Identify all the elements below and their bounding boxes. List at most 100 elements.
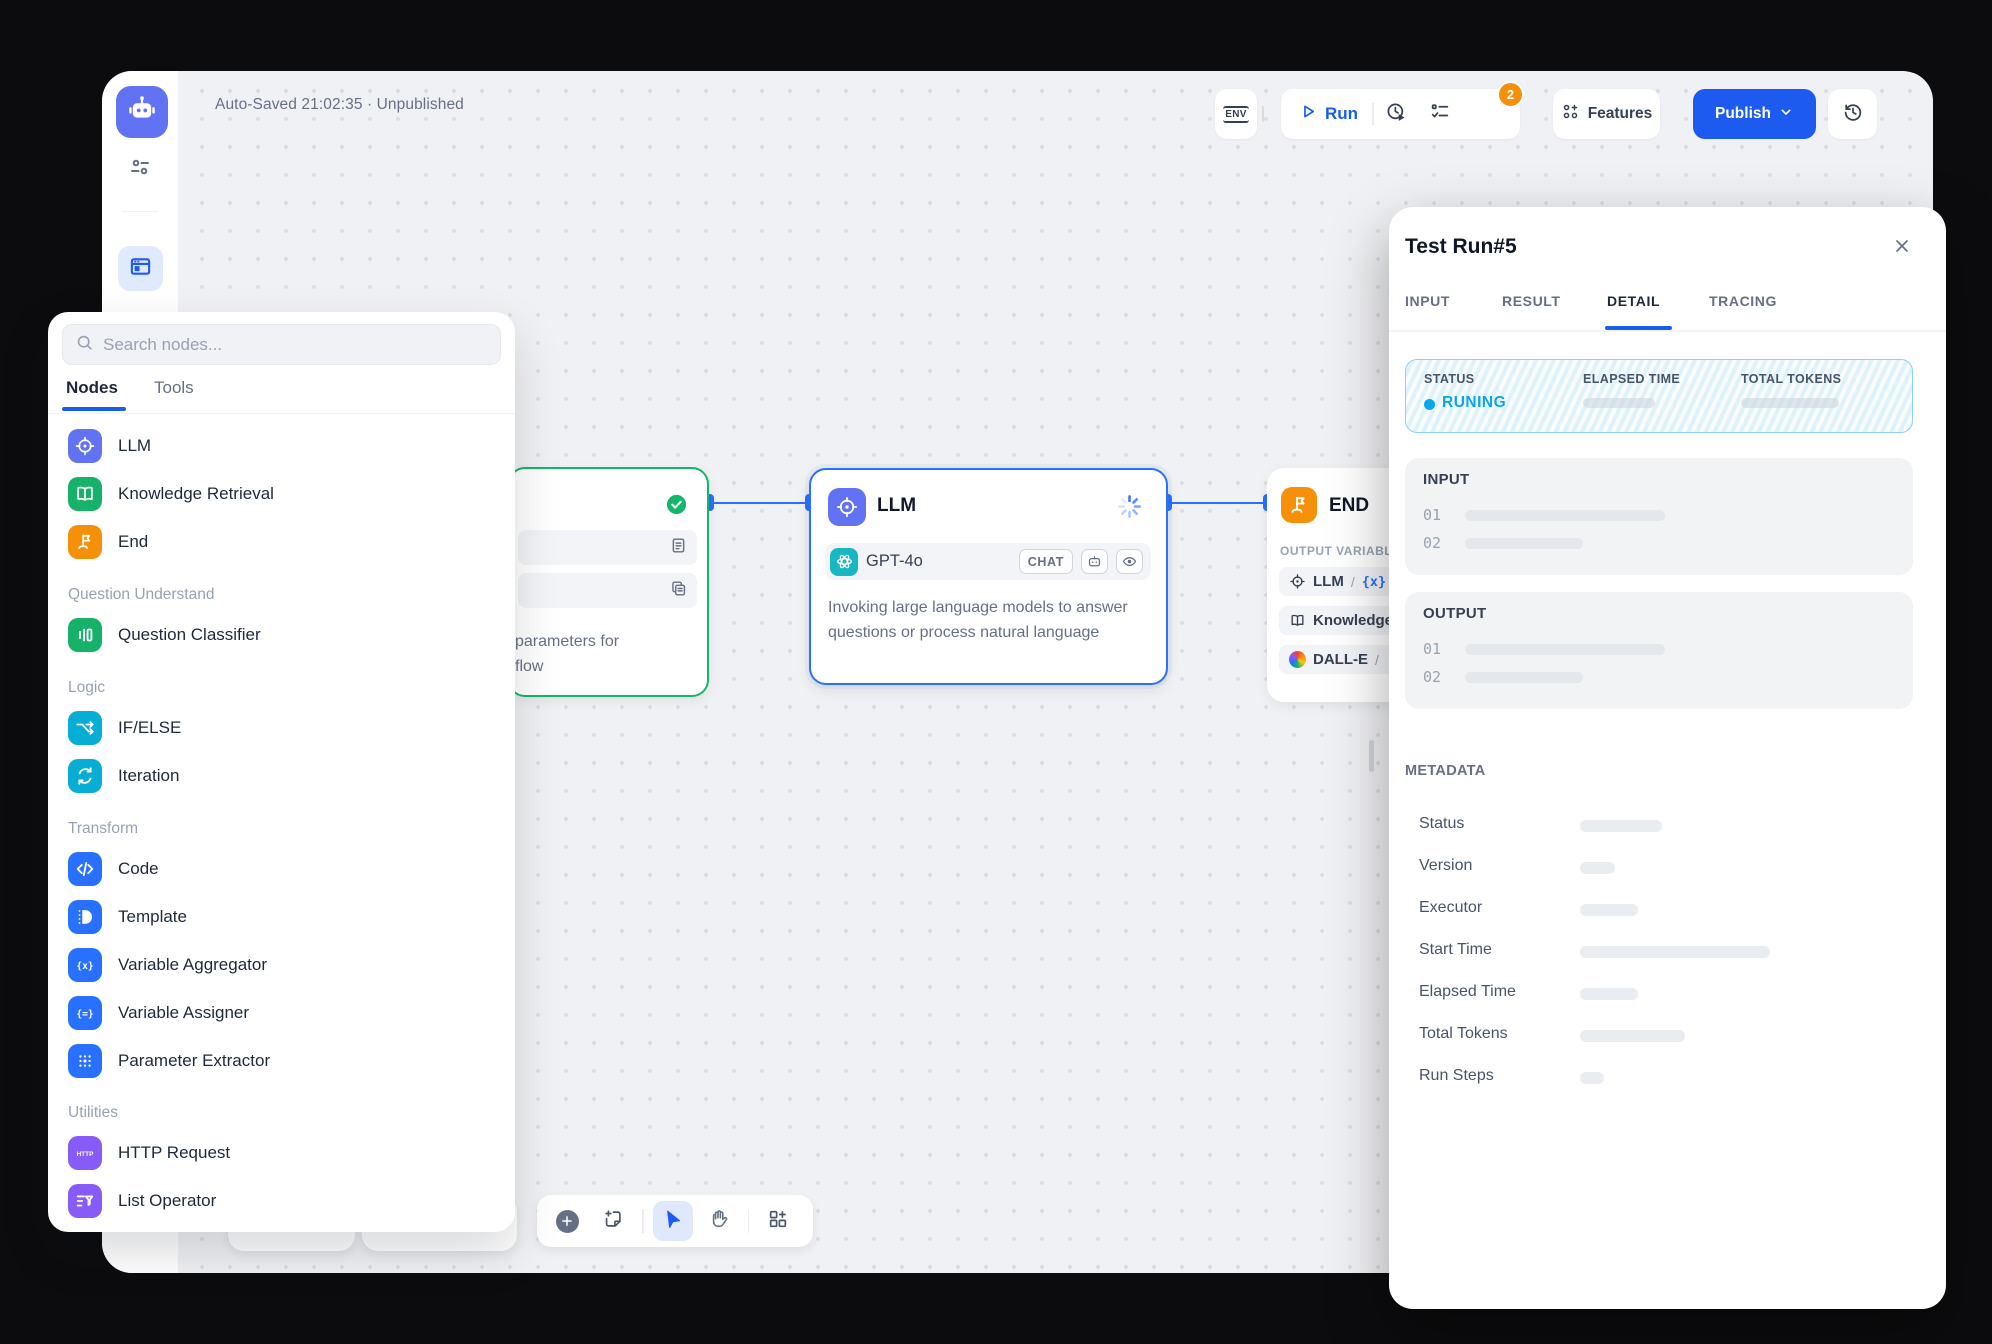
start-node-field-row[interactable] (518, 573, 697, 608)
toolbar-separator (1262, 106, 1264, 122)
node-item-question-classifier[interactable]: Question Classifier (56, 614, 507, 656)
run-button-group: Run (1281, 89, 1520, 139)
chat-mode-badge: CHAT (1019, 549, 1073, 574)
node-item-iteration[interactable]: Iteration (56, 755, 507, 797)
publish-button[interactable]: Publish (1693, 89, 1816, 139)
add-node-button[interactable] (547, 1201, 587, 1241)
organize-nodes-button[interactable] (758, 1201, 798, 1241)
features-button[interactable]: Features (1553, 89, 1660, 139)
tab-tracing[interactable]: TRACING (1709, 293, 1777, 309)
metadata-placeholder (1580, 1072, 1604, 1084)
dot-grid-icon (68, 1044, 102, 1078)
value-placeholder (1465, 510, 1665, 521)
template-icon (68, 900, 102, 934)
env-button[interactable]: ENV (1215, 89, 1257, 139)
node-item-variable-aggregator[interactable]: {x} Variable Aggregator (56, 944, 507, 986)
llm-node[interactable]: LLM GPT-4o CHAT Invoking large language … (809, 468, 1168, 685)
llm-icon (68, 429, 102, 463)
agent-badge (1081, 549, 1108, 574)
metadata-title: METADATA (1405, 763, 1486, 779)
classifier-icon (68, 618, 102, 652)
tab-tools[interactable]: Tools (154, 378, 194, 398)
elapsed-label: ELAPSED TIME (1583, 372, 1680, 386)
metadata-label: Run Steps (1419, 1067, 1494, 1085)
node-item-if-else[interactable]: IF/ELSE (56, 707, 507, 749)
hand-tool-button[interactable] (699, 1201, 739, 1241)
value-placeholder (1465, 672, 1583, 683)
checklist-icon (1429, 101, 1451, 128)
copy-icon (669, 579, 688, 603)
tabs-divider (48, 413, 515, 414)
start-node-field-row[interactable] (518, 530, 697, 565)
toolbar-divider (748, 1209, 750, 1233)
tab-result[interactable]: RESULT (1502, 293, 1561, 309)
node-item-end[interactable]: End (56, 521, 507, 563)
loading-spinner-icon (1116, 493, 1143, 520)
value-placeholder (1465, 538, 1583, 549)
end-node-title: END (1329, 495, 1369, 517)
test-run-panel: Test Run#5 INPUT RESULT DETAIL TRACING S… (1389, 207, 1946, 1309)
tab-input[interactable]: INPUT (1405, 293, 1450, 309)
row-index: 02 (1423, 668, 1441, 686)
tokens-label: TOTAL TOKENS (1741, 372, 1841, 386)
edge-llm-to-end (1167, 502, 1268, 504)
metadata-label: Total Tokens (1419, 1025, 1508, 1043)
metadata-label: Executor (1419, 899, 1482, 917)
node-item-llm[interactable]: LLM (56, 425, 507, 467)
status-label: STATUS (1424, 372, 1475, 386)
svg-text:HTTP: HTTP (77, 1151, 94, 1158)
metadata-label: Elapsed Time (1419, 983, 1516, 1001)
checklist-button[interactable] (1418, 101, 1462, 128)
node-item-template[interactable]: Template (56, 896, 507, 938)
model-selector[interactable]: GPT-4o CHAT (825, 543, 1151, 580)
toolbar-divider (642, 1209, 644, 1233)
close-button[interactable] (1888, 234, 1916, 262)
sliders-icon[interactable] (128, 155, 152, 179)
success-check-icon (664, 492, 689, 517)
run-history-button[interactable] (1374, 101, 1418, 128)
hand-icon (708, 1208, 730, 1235)
add-note-button[interactable] (593, 1201, 633, 1241)
pointer-tool-button[interactable] (653, 1201, 693, 1241)
flag-icon (68, 525, 102, 559)
metadata-placeholder (1580, 820, 1662, 832)
branch-icon (68, 711, 102, 745)
output-card-title: OUTPUT (1423, 605, 1486, 622)
section-question-understand: Question Understand (68, 586, 214, 604)
node-search-panel: Nodes Tools LLM Knowledge Retrieval End … (48, 312, 515, 1232)
node-item-code[interactable]: Code (56, 848, 507, 890)
search-input[interactable] (103, 335, 488, 355)
sidebar-item-workflow[interactable] (118, 246, 163, 291)
canvas-scrollbar[interactable] (1369, 740, 1374, 772)
status-card: STATUS ELAPSED TIME TOTAL TOKENS RUNING (1405, 359, 1913, 433)
node-item-http-request[interactable]: HTTP HTTP Request (56, 1132, 507, 1174)
node-item-parameter-extractor[interactable]: Parameter Extractor (56, 1040, 507, 1082)
variable-x-icon: {x} (68, 948, 102, 982)
sidebar-divider (122, 211, 158, 212)
tab-detail[interactable]: DETAIL (1607, 293, 1660, 309)
node-item-variable-assigner[interactable]: {=} Variable Assigner (56, 992, 507, 1034)
variable-assign-icon: {=} (68, 996, 102, 1030)
openai-icon (830, 548, 858, 576)
metadata-placeholder (1580, 946, 1770, 958)
node-item-list-operator[interactable]: List Operator (56, 1180, 507, 1222)
node-item-knowledge-retrieval[interactable]: Knowledge Retrieval (56, 473, 507, 515)
start-node-description: parameters for flow (515, 629, 705, 679)
app-logo[interactable] (116, 86, 168, 138)
section-transform: Transform (68, 820, 138, 838)
version-history-button[interactable] (1828, 89, 1877, 139)
autosave-status: Auto-Saved 21:02:35 · Unpublished (215, 96, 464, 114)
metadata-label: Version (1419, 857, 1472, 875)
note-plus-icon (602, 1208, 624, 1235)
cursor-icon (662, 1208, 684, 1235)
history-icon (1842, 101, 1864, 128)
model-name: GPT-4o (866, 552, 1011, 571)
tab-nodes[interactable]: Nodes (66, 378, 118, 398)
env-icon: ENV (1223, 106, 1248, 123)
run-button[interactable]: Run (1281, 102, 1372, 126)
end-icon (1281, 487, 1317, 523)
code-icon (68, 852, 102, 886)
play-icon (1299, 102, 1318, 126)
plus-icon (556, 1210, 579, 1233)
input-card: INPUT 01 02 (1405, 458, 1913, 575)
